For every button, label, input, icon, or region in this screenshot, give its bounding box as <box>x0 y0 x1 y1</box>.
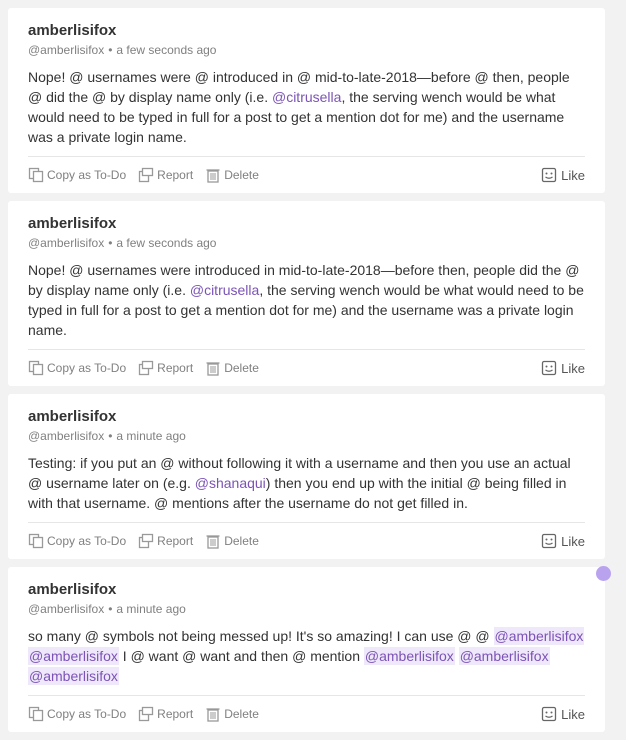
post-meta: @amberlisifox • a minute ago <box>28 427 585 445</box>
post-actions: Copy as To-Do Report Delete Like <box>28 156 585 193</box>
self-mention-link[interactable]: @amberlisifox <box>363 647 455 665</box>
smiley-icon <box>541 360 557 376</box>
post-text: I @ want @ want and then @ mention <box>118 648 364 664</box>
copy-icon <box>28 706 44 722</box>
post-handle[interactable]: @amberlisifox <box>28 43 104 57</box>
trash-icon <box>206 169 220 183</box>
meta-separator: • <box>108 236 113 250</box>
report-flag-icon <box>139 167 154 183</box>
post-actions: Copy as To-Do Report Delete Like <box>28 522 585 559</box>
like-button[interactable]: Like <box>541 360 585 376</box>
post-timestamp[interactable]: a few seconds ago <box>116 43 216 57</box>
trash-icon <box>206 708 220 722</box>
post-body: so many @ symbols not being messed up! I… <box>28 626 585 686</box>
delete-button[interactable]: Delete <box>205 706 259 722</box>
copy-as-todo-button[interactable]: Copy as To-Do <box>28 706 126 722</box>
delete-label: Delete <box>224 168 259 182</box>
post-actions: Copy as To-Do Report Delete Like <box>28 349 585 386</box>
post-username[interactable]: amberlisifox <box>28 22 585 40</box>
post-username[interactable]: amberlisifox <box>28 408 585 426</box>
delete-button[interactable]: Delete <box>205 533 259 549</box>
copy-as-todo-label: Copy as To-Do <box>47 168 127 182</box>
post-meta: @amberlisifox • a few seconds ago <box>28 234 585 252</box>
post-text: so many @ symbols not being messed up! I… <box>28 628 494 644</box>
post-actions: Copy as To-Do Report Delete Like <box>28 695 585 732</box>
post-timestamp[interactable]: a minute ago <box>116 429 185 443</box>
copy-icon <box>28 533 44 549</box>
post-body: Nope! @ usernames were introduced in mid… <box>28 260 585 340</box>
copy-as-todo-label: Copy as To-Do <box>47 361 127 375</box>
copy-as-todo-label: Copy as To-Do <box>47 707 127 721</box>
like-label: Like <box>561 706 585 722</box>
post-body: Nope! @ usernames were @ introduced in @… <box>28 67 585 147</box>
post-timestamp[interactable]: a minute ago <box>116 602 185 616</box>
report-flag-icon <box>139 360 154 376</box>
post-handle[interactable]: @amberlisifox <box>28 602 104 616</box>
delete-button[interactable]: Delete <box>205 360 259 376</box>
meta-separator: • <box>108 602 113 616</box>
report-flag-icon <box>139 706 154 722</box>
copy-as-todo-button[interactable]: Copy as To-Do <box>28 533 126 549</box>
mention-link[interactable]: @citrusella <box>190 282 259 298</box>
post-username[interactable]: amberlisifox <box>28 581 585 599</box>
like-label: Like <box>561 533 585 549</box>
report-label: Report <box>157 361 194 375</box>
copy-icon <box>28 167 44 183</box>
report-flag-icon <box>139 533 154 549</box>
like-label: Like <box>561 360 585 376</box>
report-button[interactable]: Report <box>138 533 193 549</box>
post-timestamp[interactable]: a few seconds ago <box>116 236 216 250</box>
smiley-icon <box>541 706 557 722</box>
copy-as-todo-label: Copy as To-Do <box>47 534 127 548</box>
copy-as-todo-button[interactable]: Copy as To-Do <box>28 360 126 376</box>
self-mention-link[interactable]: @amberlisifox <box>458 647 550 665</box>
report-label: Report <box>157 707 194 721</box>
post-feed: amberlisifox @amberlisifox • a few seconds… <box>8 8 605 740</box>
trash-icon <box>206 362 220 376</box>
self-mention-link[interactable]: @amberlisifox <box>28 647 119 665</box>
report-button[interactable]: Report <box>138 360 193 376</box>
post: amberlisifox @amberlisifox • a minute ago … <box>8 567 605 732</box>
report-button[interactable]: Report <box>138 167 193 183</box>
post: amberlisifox @amberlisifox • a few seconds… <box>8 201 605 386</box>
report-button[interactable]: Report <box>138 706 193 722</box>
post-handle[interactable]: @amberlisifox <box>28 236 104 250</box>
report-label: Report <box>157 534 194 548</box>
trash-icon <box>206 535 220 549</box>
delete-button[interactable]: Delete <box>205 167 259 183</box>
post-body: Testing: if you put an @ without followi… <box>28 453 585 513</box>
post: amberlisifox @amberlisifox • a minute ago … <box>8 394 605 559</box>
like-button[interactable]: Like <box>541 167 585 183</box>
like-button[interactable]: Like <box>541 533 585 549</box>
delete-label: Delete <box>224 534 259 548</box>
smiley-icon <box>541 167 557 183</box>
mention-link[interactable]: @shanaqui <box>195 475 266 491</box>
meta-separator: • <box>108 43 113 57</box>
post-username[interactable]: amberlisifox <box>28 215 585 233</box>
self-mention-link[interactable]: @amberlisifox <box>493 627 585 645</box>
copy-as-todo-button[interactable]: Copy as To-Do <box>28 167 126 183</box>
post-meta: @amberlisifox • a few seconds ago <box>28 41 585 59</box>
smiley-icon <box>541 533 557 549</box>
post-meta: @amberlisifox • a minute ago <box>28 600 585 618</box>
like-label: Like <box>561 167 585 183</box>
post: amberlisifox @amberlisifox • a few seconds… <box>8 8 605 193</box>
report-label: Report <box>157 168 194 182</box>
copy-icon <box>28 360 44 376</box>
delete-label: Delete <box>224 707 259 721</box>
self-mention-link[interactable]: @amberlisifox <box>28 667 119 685</box>
scroll-indicator-dot[interactable] <box>596 566 611 581</box>
meta-separator: • <box>108 429 113 443</box>
mention-link[interactable]: @citrusella <box>272 89 341 105</box>
post-handle[interactable]: @amberlisifox <box>28 429 104 443</box>
like-button[interactable]: Like <box>541 706 585 722</box>
delete-label: Delete <box>224 361 259 375</box>
